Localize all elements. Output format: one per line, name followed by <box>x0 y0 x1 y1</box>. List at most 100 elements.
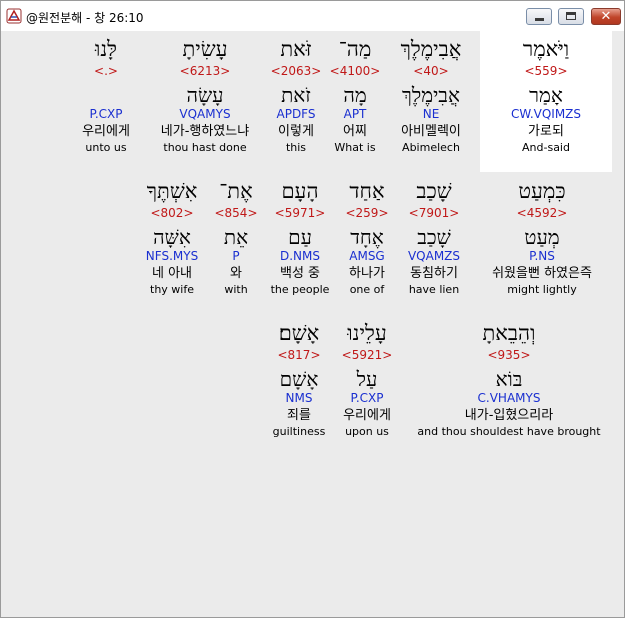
strong-number: <259> <box>345 206 389 220</box>
word-block[interactable]: עָלֵינוּ <5921> עַל P.CXP 우리에게 upon us <box>335 321 399 439</box>
english-gloss: And-said <box>522 141 570 154</box>
word-block[interactable]: אַחַד <259> אֶחָד AMSG 하나가 one of <box>341 179 393 297</box>
close-button[interactable]: ✕ <box>591 8 621 25</box>
hebrew-word: שָׁכַב <box>416 179 452 203</box>
hebrew-word: אֶת־ <box>219 179 253 203</box>
korean-gloss: 어찌 <box>343 124 367 139</box>
lemma: אֶחָד <box>350 225 384 249</box>
word-block[interactable]: אִשְׁתֶּךָ <802> אִשָּׁה NFS.MYS 네 아내 th… <box>139 179 205 297</box>
english-gloss: might lightly <box>507 283 577 296</box>
hebrew-word: וַיֹּאמֶר <box>522 37 570 61</box>
app-window: @원전분해 - 창 26:10 ✕ וַיֹּאמֶר <559> אָמַר … <box>0 0 625 618</box>
word-block[interactable]: הָעָם <5971> עַם D.NMS 백성 중 the people <box>267 179 333 297</box>
strong-number: <4592> <box>516 206 568 220</box>
korean-gloss: 우리에게 <box>343 408 391 423</box>
strong-number: <2063> <box>270 64 322 78</box>
lemma: אִשָּׁה <box>153 225 191 249</box>
strong-number: <817> <box>277 348 321 362</box>
english-gloss: the people <box>270 283 330 296</box>
english-gloss: What is <box>334 141 376 154</box>
word-block[interactable]: זֹּאת <2063> זֹאת APDFS 이렇게 this <box>269 37 323 155</box>
minimize-icon <box>535 18 544 21</box>
word-block[interactable]: לָּנוּ <.> P.CXP 우리에게 unto us <box>71 37 141 155</box>
morphology-code: NFS.MYS <box>145 249 199 263</box>
korean-gloss: 네 아내 <box>151 266 192 281</box>
maximize-button[interactable] <box>558 8 584 25</box>
korean-gloss: 네가-행하였느냐 <box>160 124 250 139</box>
korean-gloss: 이렇게 <box>278 124 314 139</box>
morphology-code: D.NMS <box>279 249 320 263</box>
maximize-icon <box>566 12 576 20</box>
english-gloss: unto us <box>85 141 127 154</box>
word-block[interactable]: וַיֹּאמֶר <559> אָמַר CW.VQIMZS 가로되 And-… <box>484 37 608 155</box>
morphology-code: P <box>232 249 240 263</box>
korean-gloss: 가로되 <box>528 124 564 139</box>
lemma: עַל <box>356 367 378 391</box>
word-block[interactable]: עָשִׂיתָ <6213> עָשָׂה VQAMYS 네가-행하였느냐 t… <box>155 37 255 155</box>
lemma: אָמַר <box>529 83 563 107</box>
hebrew-word: אָשָׁם׃ <box>278 321 320 345</box>
morphology-code: APDFS <box>276 107 316 121</box>
morphology-code: C.VHAMYS <box>477 391 541 405</box>
lemma: עַם <box>288 225 312 249</box>
english-gloss: thy wife <box>150 283 194 296</box>
english-gloss: and thou shouldest have brought <box>417 425 601 438</box>
lemma: בּוֹא <box>495 367 523 391</box>
hebrew-word: לָּנוּ <box>94 37 118 61</box>
lemma: אֲבִימֶלֶךְ <box>402 83 460 107</box>
korean-gloss: 동침하기 <box>410 266 458 281</box>
korean-gloss: 아비멜렉이 <box>401 124 461 139</box>
morphology-code: VQAMZS <box>407 249 461 263</box>
lemma: שָׁכַב <box>417 225 451 249</box>
hebrew-word: אִשְׁתֶּךָ <box>146 179 198 203</box>
lemma: זֹאת <box>281 83 311 107</box>
app-icon <box>6 8 22 24</box>
hebrew-word: אַחַד <box>349 179 385 203</box>
word-block[interactable]: מַה־ <4100> מָה APT 어찌 What is <box>329 37 381 155</box>
english-gloss: guiltiness <box>272 425 326 438</box>
morphology-code: CW.VQIMZS <box>510 107 582 121</box>
hebrew-word: אֲבִימֶלֶךְ <box>400 37 462 61</box>
lemma: מְעַט <box>524 225 560 249</box>
english-gloss: have lien <box>408 283 460 296</box>
korean-gloss: 죄를 <box>287 408 311 423</box>
window-title: @원전분해 - 창 26:10 <box>26 11 144 25</box>
hebrew-word: עָשִׂיתָ <box>182 37 228 61</box>
korean-gloss: 쉬웠을뻔 하였은즉 <box>492 266 592 281</box>
korean-gloss: 백성 중 <box>279 266 320 281</box>
strong-number: <802> <box>150 206 194 220</box>
word-block[interactable]: כִּמְעַט <4592> מְעַט P.NS 쉬웠을뻔 하였은즉 mig… <box>475 179 609 297</box>
english-gloss: thou hast done <box>163 141 247 154</box>
strong-number: <559> <box>524 64 568 78</box>
word-block[interactable]: שָׁכַב <7901> שָׁכַב VQAMZS 동침하기 have li… <box>402 179 466 297</box>
hebrew-word: כִּמְעַט <box>518 179 566 203</box>
hebrew-word: זֹּאת <box>280 37 312 61</box>
morphology-code: APT <box>343 107 367 121</box>
hebrew-word: עָלֵינוּ <box>347 321 387 345</box>
word-block[interactable]: וְהֵבֵאתָ <935> בּוֹא C.VHAMYS 내가-입혔으리라 … <box>409 321 609 439</box>
morphology-code: P.CXP <box>350 391 384 405</box>
morphology-code: P.NS <box>529 249 555 263</box>
lemma <box>71 84 141 107</box>
lemma: עָשָׂה <box>186 83 224 107</box>
strong-number: <5971> <box>274 206 326 220</box>
word-block[interactable]: אֶת־ <854> אֵת P 와 with <box>213 179 259 297</box>
hebrew-word: וְהֵבֵאתָ <box>482 321 536 345</box>
morphology-code: NE <box>422 107 440 121</box>
hebrew-word: מַה־ <box>338 37 372 61</box>
strong-number: <935> <box>487 348 531 362</box>
morphology-code: P.CXP <box>89 107 123 121</box>
word-block[interactable]: אֲבִימֶלֶךְ <40> אֲבִימֶלֶךְ NE 아비멜렉이 Ab… <box>386 37 476 155</box>
strong-number: <7901> <box>408 206 460 220</box>
title-bar[interactable]: @원전분해 - 창 26:10 ✕ <box>1 1 624 31</box>
morphology-code: AMSG <box>349 249 385 263</box>
close-icon: ✕ <box>600 9 612 24</box>
strong-number: <6213> <box>179 64 231 78</box>
english-gloss: upon us <box>345 425 389 438</box>
korean-gloss: 우리에게 <box>82 124 130 139</box>
hebrew-word: הָעָם <box>281 179 319 203</box>
morphology-code: NMS <box>285 391 313 405</box>
minimize-button[interactable] <box>526 8 552 25</box>
lemma: מָה <box>343 83 367 107</box>
word-block[interactable]: אָשָׁם׃ <817> אָשָׁם NMS 죄를 guiltiness <box>267 321 331 439</box>
